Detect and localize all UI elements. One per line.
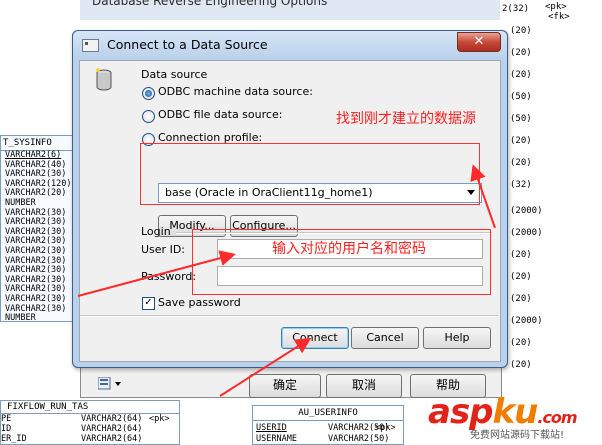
arrow-to-user-id [77,250,236,297]
annotation-arrows [77,164,496,397]
logo-subtitle: 免费网站源码下载站! [470,430,565,441]
arrow-to-source [470,164,496,229]
arrow-to-connect [219,337,312,397]
logo-com: com [542,408,577,427]
